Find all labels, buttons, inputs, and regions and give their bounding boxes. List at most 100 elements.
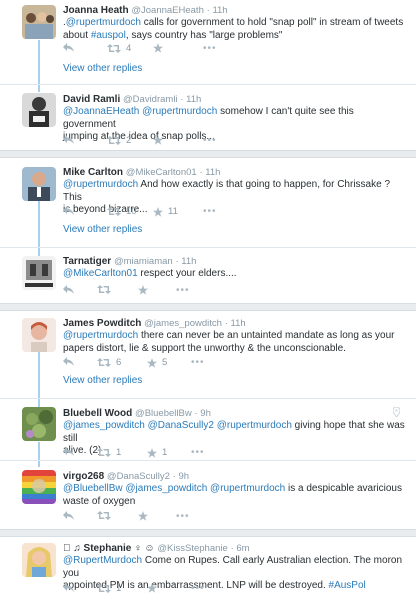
avatar[interactable] [22,470,56,504]
tweet-text: @rupertmurdoch there can never be an unt… [63,330,408,355]
timestamp[interactable]: · 11h [199,167,220,178]
display-name[interactable]: Bluebell Wood [63,408,132,419]
more-button[interactable]: ••• [191,447,205,458]
reply-button[interactable] [63,135,74,144]
display-name[interactable]: Joanna Heath [63,5,129,16]
reply-button[interactable] [63,511,74,520]
user-handle[interactable]: @JoannaEHeath [131,5,204,16]
display-name[interactable]: James Powditch [63,318,141,329]
view-other-replies-link[interactable]: View other replies [63,375,142,386]
timestamp[interactable]: · 11h [225,318,246,329]
timestamp[interactable]: · 6m [231,543,250,554]
thread-line [38,199,40,257]
timestamp[interactable]: · 9h [194,408,210,419]
avatar[interactable] [22,5,56,39]
retweet-button[interactable]: 4 [107,43,131,54]
mention-link[interactable]: @DanaScully2 [148,420,214,431]
hashtag-link[interactable]: #AusPol [329,580,366,591]
retweet-button[interactable] [97,285,111,294]
retweet-button[interactable]: 2 [107,135,131,146]
favorite-button[interactable]: 1 [147,447,167,458]
thread-line [38,442,40,467]
user-handle[interactable]: @Davidramli [123,94,178,105]
mention-link[interactable]: @james_powditch [63,420,145,431]
avatar[interactable] [22,256,56,290]
timestamp[interactable]: · 11h [175,256,196,267]
favorite-button[interactable] [153,135,163,145]
mention-link[interactable]: @BluebellBw [63,483,123,494]
reply-button[interactable] [63,447,74,456]
location-pin-icon[interactable] [392,406,401,419]
reply-button[interactable] [63,285,74,294]
retweet-button[interactable]: 1 [97,447,121,458]
mention-link[interactable]: @james_powditch [125,483,207,494]
view-other-replies-link[interactable]: View other replies [63,224,142,235]
more-button[interactable]: ••• [176,285,190,296]
tweet-actions: 6 5 ••• [63,357,313,371]
avatar[interactable] [22,543,56,577]
avatar[interactable] [22,167,56,201]
tweet-actions: 2 ••• [63,135,313,149]
more-button[interactable]: ••• [191,357,205,368]
mention-link[interactable]: @rupertmurdoch [142,106,217,117]
display-name[interactable]:  ♫ Stephanie ♀ ☺ [63,543,155,554]
timestamp[interactable]: · 9h [173,471,189,482]
favorite-button[interactable] [153,43,163,53]
more-button[interactable]: ••• [203,206,217,217]
hashtag-link[interactable]: #auspol [91,30,126,41]
reply-button[interactable] [63,43,74,52]
retweet-button[interactable]: 1 [97,583,121,594]
retweet-button[interactable]: 10 [107,206,137,217]
avatar[interactable] [22,407,56,441]
retweet-count: 2 [126,135,132,146]
more-button[interactable]: ••• [203,135,217,146]
more-button[interactable]: ••• [203,43,217,54]
retweet-icon [107,136,121,145]
favorite-button[interactable]: 5 [147,357,167,368]
favorite-button[interactable] [138,511,148,521]
display-name[interactable]: Mike Carlton [63,167,123,178]
tweet-header: James Powditch @james_powditch · 11h [63,318,411,329]
star-icon [153,43,163,53]
favorite-button[interactable] [147,583,157,593]
tweet-header: Mike Carlton @MikeCarlton01 · 11h [63,167,411,178]
mention-link[interactable]: @rupertmurdoch [210,483,285,494]
reply-button[interactable] [63,357,74,366]
mention-link[interactable]: @rupertmurdoch [66,17,141,28]
user-handle[interactable]: @james_powditch [144,318,222,329]
user-handle[interactable]: @BluebellBw [135,408,192,419]
star-icon [153,206,163,217]
tweet-header:  ♫ Stephanie ♀ ☺ @KissStephanie · 6m [63,543,411,554]
view-other-replies-link[interactable]: View other replies [63,63,142,74]
avatar[interactable] [22,93,56,127]
mention-link[interactable]: @MikeCarlton01 [63,268,138,279]
mention-link[interactable]: @rupertmurdoch [63,330,138,341]
favorite-button[interactable] [138,285,148,295]
timestamp[interactable]: · 11h [207,5,228,16]
user-handle[interactable]: @KissStephanie [157,543,227,554]
favorite-button[interactable]: 11 [153,206,178,217]
retweet-button[interactable]: 6 [97,357,121,368]
display-name[interactable]: Tarnatiger [63,256,111,267]
display-name[interactable]: virgo268 [63,471,104,482]
user-handle[interactable]: @MikeCarlton01 [126,167,197,178]
more-button[interactable]: ••• [191,583,205,594]
more-button[interactable]: ••• [176,511,190,522]
tweet-actions: ••• [63,285,313,299]
retweet-button[interactable] [97,511,111,520]
mention-link[interactable]: @rupertmurdoch [63,179,138,190]
user-handle[interactable]: @DanaScully2 [107,471,170,482]
mention-link[interactable]: @JoannaEHeath [63,106,139,117]
reply-arrow-icon [63,285,74,294]
tweet-divider [0,398,416,399]
avatar[interactable] [22,318,56,352]
user-handle[interactable]: @miamiaman [114,256,173,267]
mention-link[interactable]: @rupertmurdoch [217,420,292,431]
reply-button[interactable] [63,206,74,215]
display-name[interactable]: David Ramli [63,94,120,105]
star-icon [147,583,157,593]
mention-link[interactable]: @RupertMurdoch [63,555,142,566]
timestamp[interactable]: · 11h [180,94,201,105]
reply-button[interactable] [63,583,74,592]
reply-arrow-icon [63,447,74,456]
